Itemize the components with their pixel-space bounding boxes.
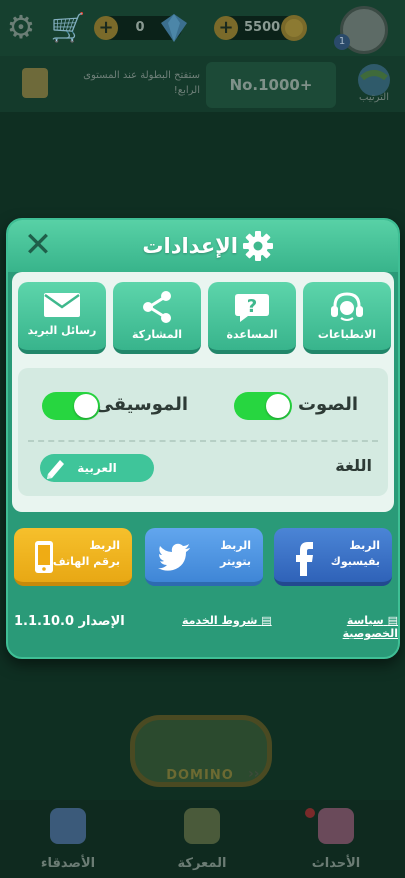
music-toggle[interactable] — [42, 392, 100, 420]
nav-friends[interactable]: الأصدقاء — [28, 808, 108, 874]
mail-button[interactable]: رسائل البريد — [18, 282, 106, 354]
sound-label: الصوت — [297, 394, 358, 415]
gem-icon — [161, 14, 187, 42]
music-label: الموسيقى — [95, 394, 189, 415]
rank-label: الترتيب — [359, 92, 389, 103]
friends-icon — [50, 808, 86, 844]
svg-text:?: ? — [247, 296, 257, 317]
nav-battle-label: المعركة — [177, 856, 227, 871]
share-icon — [143, 291, 171, 323]
notification-dot — [305, 808, 315, 818]
domino-game-title: DOMINO — [166, 768, 234, 783]
link-phone-line2: برقم الهاتف — [52, 555, 120, 568]
help-button[interactable]: ? المساعدة — [208, 282, 296, 354]
terms-label: شروط الخدمة — [182, 614, 258, 627]
nav-events-label: الأحداث — [311, 856, 361, 871]
link-facebook-line1: الربط — [349, 539, 380, 552]
nav-friends-label: الأصدقاء — [40, 856, 96, 871]
dialog-header: ✕ الإعدادات — [8, 220, 398, 272]
coins-counter[interactable]: + 5500 — [214, 15, 307, 41]
facebook-icon — [296, 542, 313, 576]
settings-dialog: ✕ الإعدادات رسائل البريد المشاركة ? المس… — [6, 218, 400, 659]
crossed-swords-icon — [184, 808, 220, 844]
settings-panel: رسائل البريد المشاركة ? المساعدة الانطبا… — [12, 272, 394, 512]
add-coins-icon[interactable]: + — [214, 16, 238, 40]
dialog-title: الإعدادات — [142, 234, 238, 258]
link-phone-line1: الربط — [89, 539, 120, 552]
rank-value[interactable]: No.1000+ — [206, 62, 336, 108]
audio-language-box: الصوت الموسيقى اللغة العربية — [18, 368, 388, 496]
feedback-label: الانطباعات — [317, 328, 377, 341]
nav-battle[interactable]: المعركة — [162, 808, 242, 874]
help-label: المساعدة — [226, 328, 278, 341]
language-label: اللغة — [335, 456, 372, 475]
help-icon: ? — [235, 294, 269, 322]
arrows-icon: ›› — [248, 766, 260, 782]
close-icon[interactable]: ✕ — [22, 228, 54, 262]
feedback-button[interactable]: الانطباعات — [303, 282, 391, 354]
sound-toggle-knob — [266, 394, 290, 418]
gems-value: 0 — [135, 20, 145, 35]
link-twitter-button[interactable]: الربط بتويتر — [145, 528, 263, 586]
settings-gear-icon[interactable]: ⚙ — [4, 10, 38, 44]
coin-icon — [281, 15, 307, 41]
share-label: المشاركة — [132, 328, 182, 341]
music-toggle-knob — [74, 394, 98, 418]
gift-icon — [318, 808, 354, 844]
add-gems-icon[interactable]: + — [94, 16, 118, 40]
tournament-text: ستفتح البطولة عند المستوى الرابع! — [83, 70, 200, 96]
pencil-icon — [47, 460, 64, 479]
coins-value: 5500 — [244, 20, 281, 35]
shop-cart-icon[interactable]: 🛒 — [48, 12, 88, 44]
link-twitter-line1: الربط — [220, 539, 251, 552]
level-badge: 1 — [334, 34, 350, 50]
gems-counter[interactable]: + 0 — [94, 14, 187, 42]
sound-toggle[interactable] — [234, 392, 292, 420]
link-twitter-line2: بتويتر — [220, 555, 251, 568]
mail-label: رسائل البريد — [27, 324, 97, 337]
privacy-link[interactable]: ▤ سياسة الخصوصية — [290, 614, 398, 640]
twitter-icon — [158, 543, 190, 571]
gear-icon — [243, 231, 273, 261]
mail-icon — [44, 293, 80, 317]
document-icon: ▤ — [387, 614, 398, 627]
lock-icon — [22, 68, 48, 98]
terms-link[interactable]: ▤ شروط الخدمة — [182, 614, 272, 627]
version-text: الإصدار 1.1.10.0 — [14, 614, 125, 629]
share-button[interactable]: المشاركة — [113, 282, 201, 354]
link-facebook-line2: بفيسبوك — [330, 555, 380, 568]
link-phone-button[interactable]: الربط برقم الهاتف — [14, 528, 132, 586]
document-icon: ▤ — [261, 614, 272, 627]
link-facebook-button[interactable]: الربط بفيسبوك — [274, 528, 392, 586]
divider — [28, 440, 378, 442]
headset-icon — [331, 292, 363, 321]
